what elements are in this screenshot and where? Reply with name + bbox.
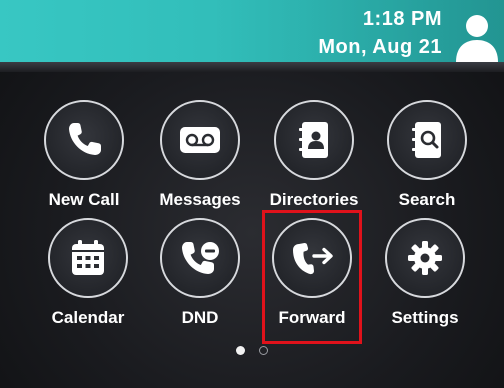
- page-dot-1[interactable]: [236, 346, 245, 355]
- clock-date: Mon, Aug 21: [318, 36, 442, 58]
- app-dnd[interactable]: DND: [145, 218, 255, 328]
- app-label: New Call: [48, 190, 120, 209]
- phone-dnd-icon: [182, 242, 219, 274]
- status-bar: 1:18 PM Mon, Aug 21: [0, 0, 504, 66]
- search-book-icon: [412, 122, 441, 158]
- clock-time: 1:18 PM: [362, 8, 442, 30]
- page-dot-2[interactable]: [259, 346, 268, 355]
- app-label: Directories: [269, 190, 359, 209]
- forward-highlight-box: [262, 210, 362, 344]
- user-avatar-icon[interactable]: [454, 12, 500, 62]
- page-indicator: [0, 346, 504, 360]
- app-label: Calendar: [51, 308, 125, 327]
- voicemail-icon: [180, 127, 220, 153]
- phone-icon: [69, 123, 101, 155]
- app-directories[interactable]: Directories: [259, 100, 369, 210]
- app-new-call[interactable]: New Call: [29, 100, 139, 210]
- app-label: DND: [181, 308, 219, 327]
- app-search[interactable]: Search: [372, 100, 482, 210]
- app-label: Search: [398, 190, 456, 209]
- gear-icon: [408, 241, 442, 275]
- phone-home-screen: 1:18 PM Mon, Aug 21 New Call Messages Di…: [0, 0, 504, 388]
- contacts-book-icon: [299, 122, 328, 158]
- app-calendar[interactable]: Calendar: [33, 218, 143, 328]
- app-label: Settings: [391, 308, 459, 327]
- app-messages[interactable]: Messages: [145, 100, 255, 210]
- calendar-icon: [72, 240, 104, 275]
- app-label: Messages: [159, 190, 241, 209]
- app-settings[interactable]: Settings: [370, 218, 480, 328]
